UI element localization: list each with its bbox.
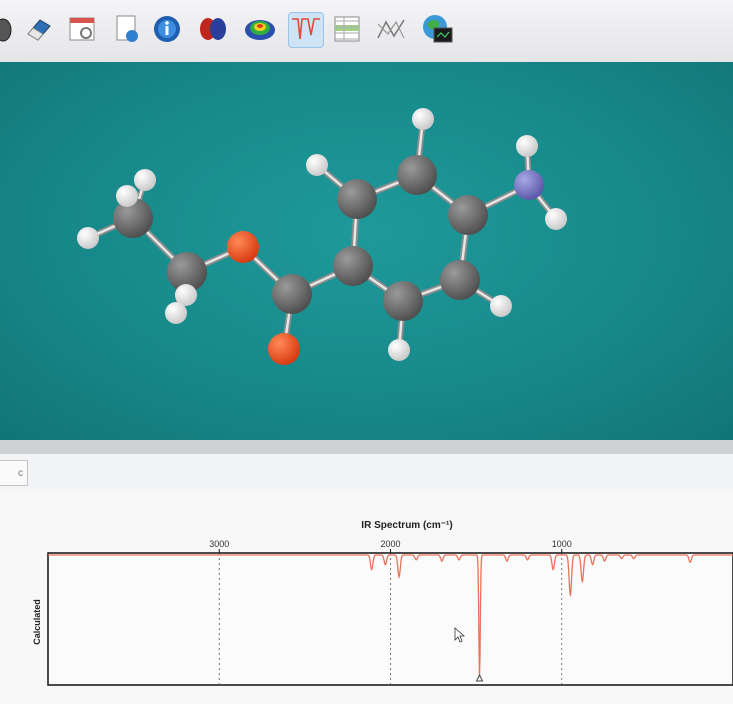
eraser-button[interactable] <box>22 12 56 46</box>
table-button[interactable] <box>330 12 364 46</box>
atom-h8[interactable] <box>516 135 538 157</box>
geometry-icon <box>377 19 405 39</box>
panel-tab-label: c <box>18 468 23 479</box>
atom-c7[interactable] <box>448 195 488 235</box>
atom-h10[interactable] <box>490 295 512 317</box>
calendar-settings-icon <box>69 17 95 41</box>
info-button[interactable] <box>150 12 184 46</box>
molecule-viewport[interactable] <box>0 62 733 440</box>
atom-h2[interactable] <box>116 185 138 207</box>
globe-terminal-button[interactable] <box>420 12 454 46</box>
info-icon <box>154 16 180 42</box>
panel-tab-strip: c <box>0 454 733 493</box>
mouse-button[interactable] <box>0 12 20 46</box>
molecule-svg[interactable] <box>0 62 733 440</box>
atom-o2[interactable] <box>268 333 300 365</box>
chart-title: IR Spectrum (cm⁻¹) <box>361 520 452 531</box>
atom-c9[interactable] <box>383 281 423 321</box>
atom-c5[interactable] <box>337 179 377 219</box>
panel-splitter[interactable] <box>0 440 733 454</box>
mouse-icon <box>0 18 12 42</box>
y-axis-label: Calculated <box>32 599 42 645</box>
atom-h11[interactable] <box>388 339 410 361</box>
geometry-button[interactable] <box>374 12 408 46</box>
atom-h5[interactable] <box>165 302 187 324</box>
tick-label-2000: 2000 <box>380 539 400 549</box>
document-info-icon <box>116 15 138 42</box>
ir-spectrum-chart[interactable]: IR Spectrum (cm⁻¹) Calculated 3000 2000 10… <box>0 492 733 704</box>
table-icon <box>334 16 360 42</box>
atom-h1[interactable] <box>134 169 156 191</box>
ir-spectrum-panel: IR Spectrum (cm⁻¹) Calculated 3000 2000 10… <box>0 492 733 704</box>
spectrum-icon <box>292 18 320 40</box>
orbital-icon <box>200 18 226 40</box>
orbital-button[interactable] <box>196 12 230 46</box>
atom-h7[interactable] <box>412 108 434 130</box>
atom-c3[interactable] <box>272 274 312 314</box>
atom-h3[interactable] <box>77 227 99 249</box>
panel-tab[interactable]: c <box>0 460 28 486</box>
tick-label-3000: 3000 <box>209 539 229 549</box>
atom-c8[interactable] <box>440 260 480 300</box>
atom-n1[interactable] <box>514 170 544 200</box>
atom-o1[interactable] <box>227 231 259 263</box>
tick-label-1000: 1000 <box>552 539 572 549</box>
atom-h9[interactable] <box>545 208 567 230</box>
bonds <box>85 116 559 353</box>
atom-h6[interactable] <box>306 154 328 176</box>
globe-terminal-icon <box>423 15 453 43</box>
document-info-button[interactable] <box>110 12 144 46</box>
eraser-icon <box>27 19 51 41</box>
electron-density-button[interactable] <box>243 12 277 46</box>
toolbar <box>0 0 733 63</box>
spectrum-button[interactable] <box>288 12 324 48</box>
atom-c6[interactable] <box>397 155 437 195</box>
electron-density-icon <box>245 20 275 40</box>
atom-c4[interactable] <box>333 246 373 286</box>
calendar-settings-button[interactable] <box>65 12 99 46</box>
